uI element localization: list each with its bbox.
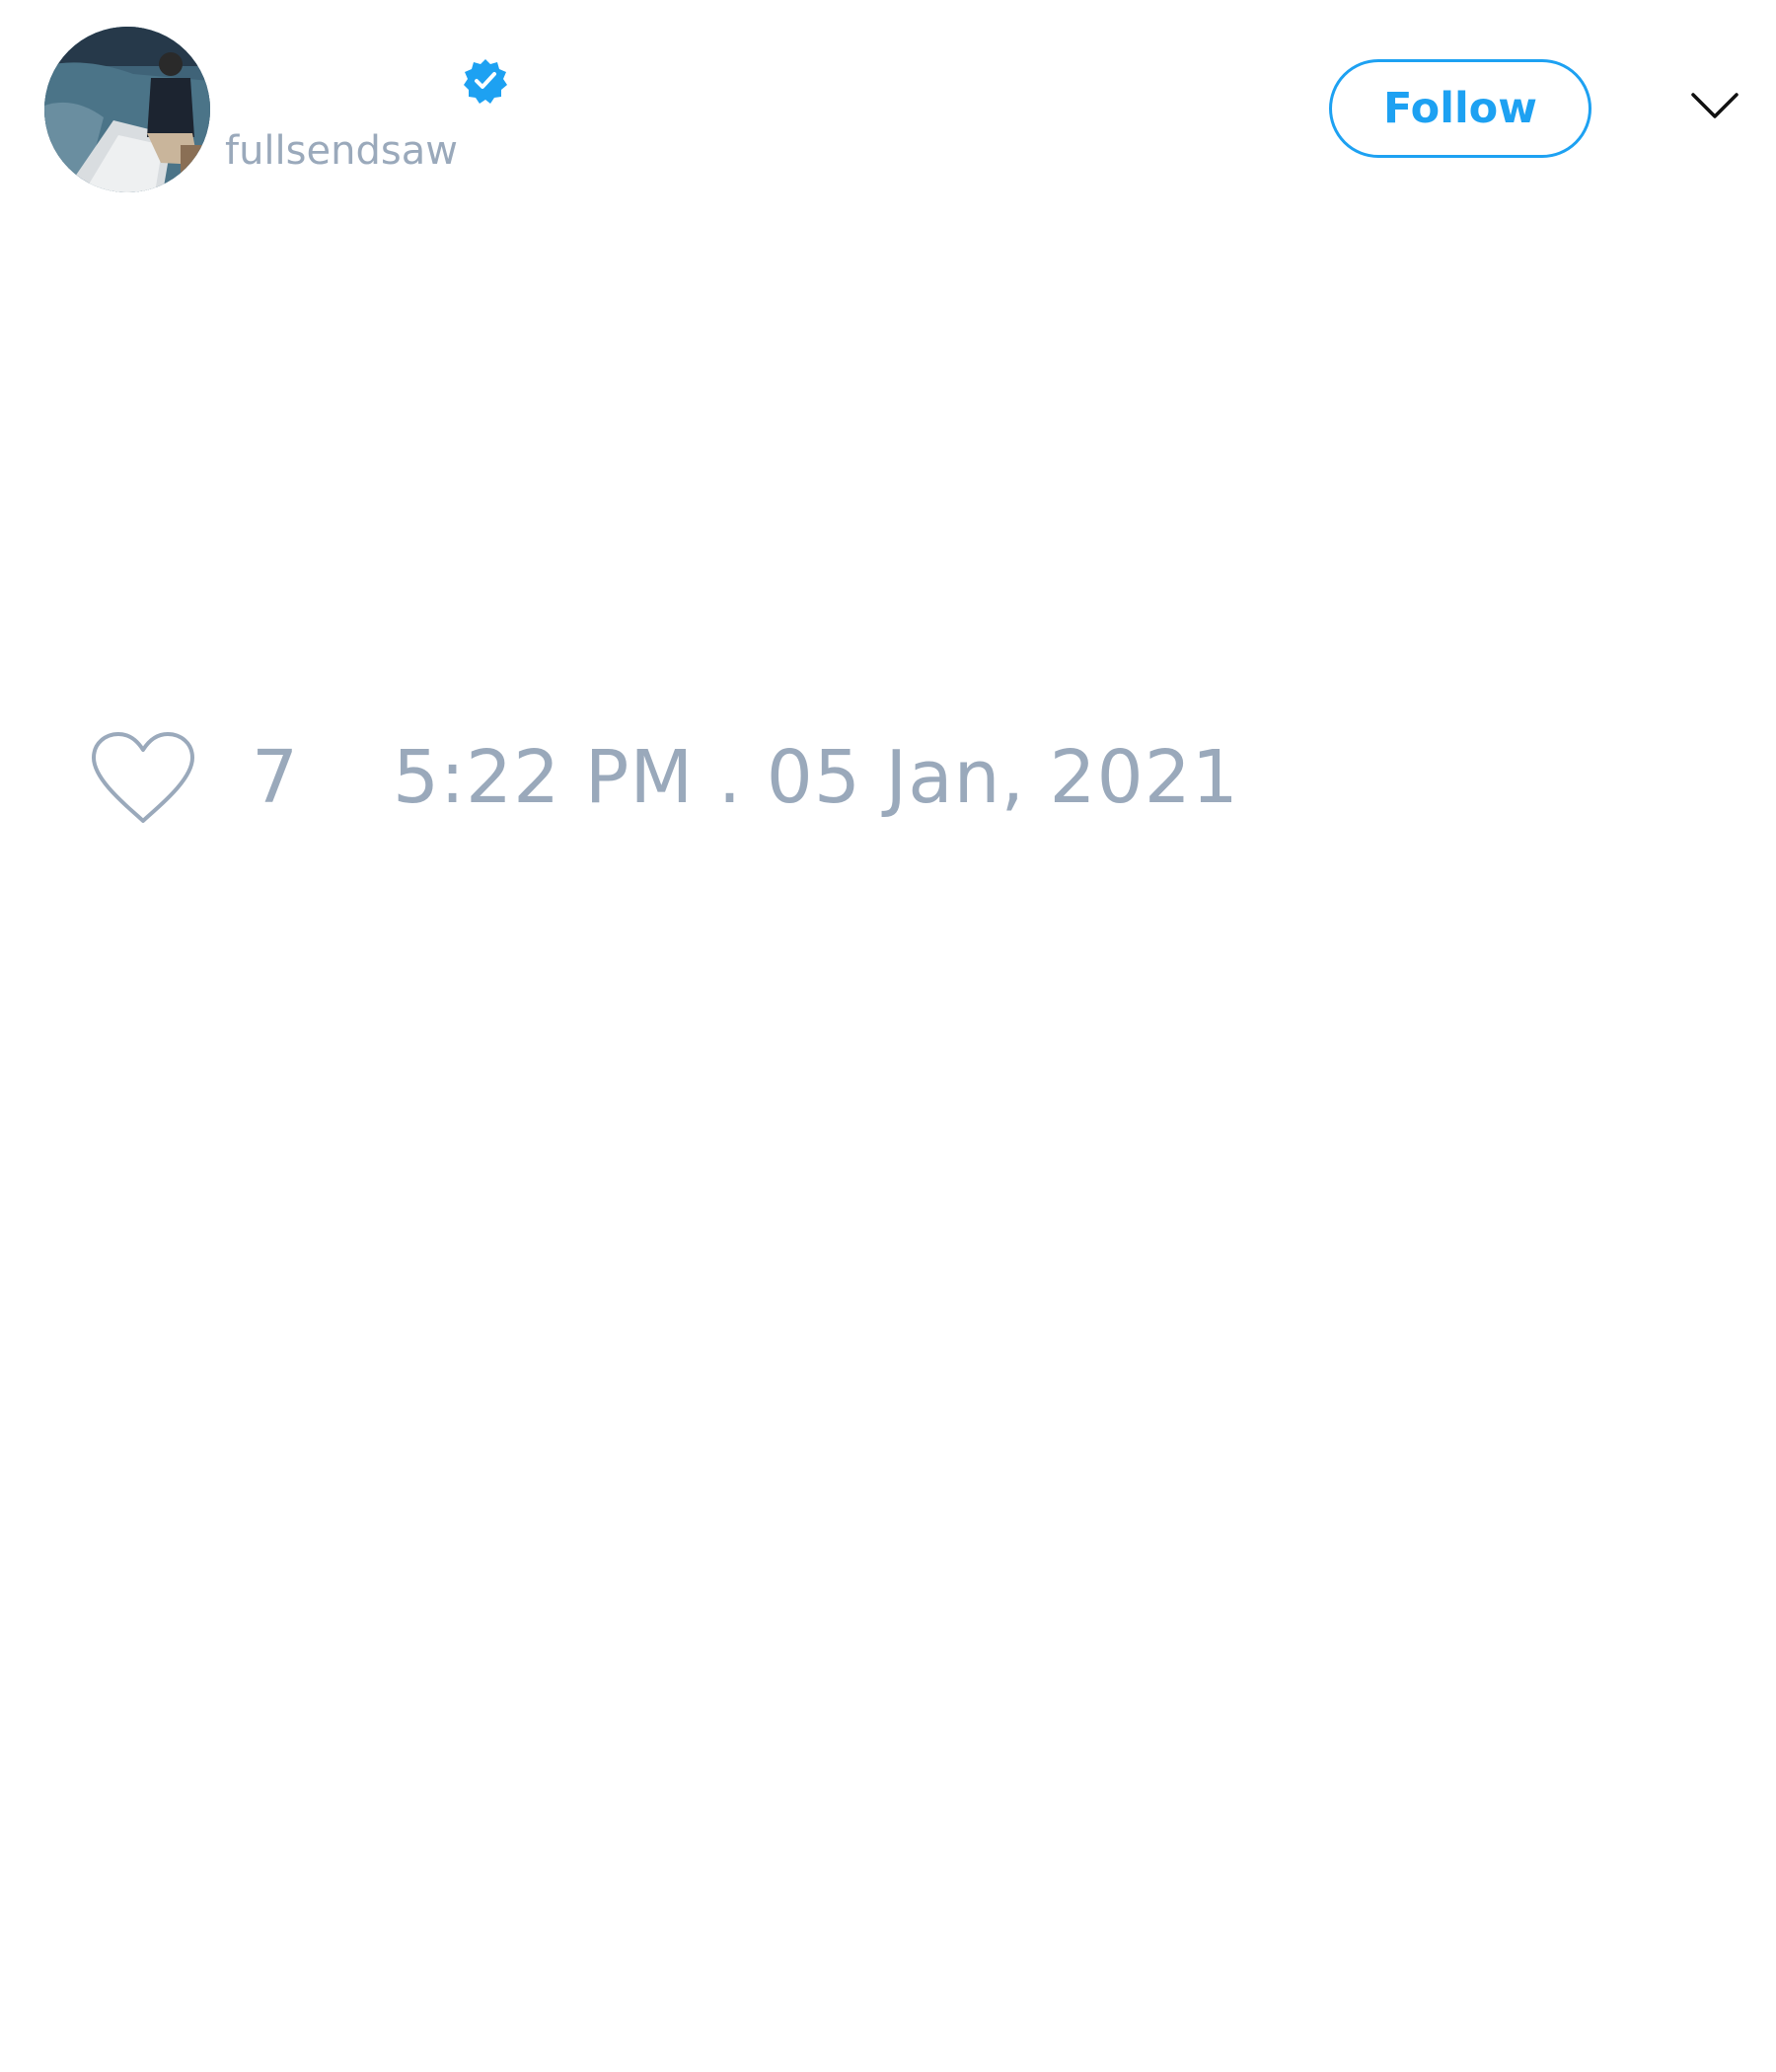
follow-button[interactable]: Follow [1329,59,1591,158]
verified-badge-icon [464,59,507,104]
avatar[interactable] [44,27,210,192]
avatar-photo [44,27,210,192]
like-count: 7 [252,735,299,820]
tweet-timestamp[interactable]: 5:22 PM . 05 Jan, 2021 [393,733,1239,822]
chevron-down-icon[interactable] [1690,89,1739,124]
author-handle[interactable]: fullsendsaw [225,126,458,176]
heart-icon[interactable] [89,730,197,827]
